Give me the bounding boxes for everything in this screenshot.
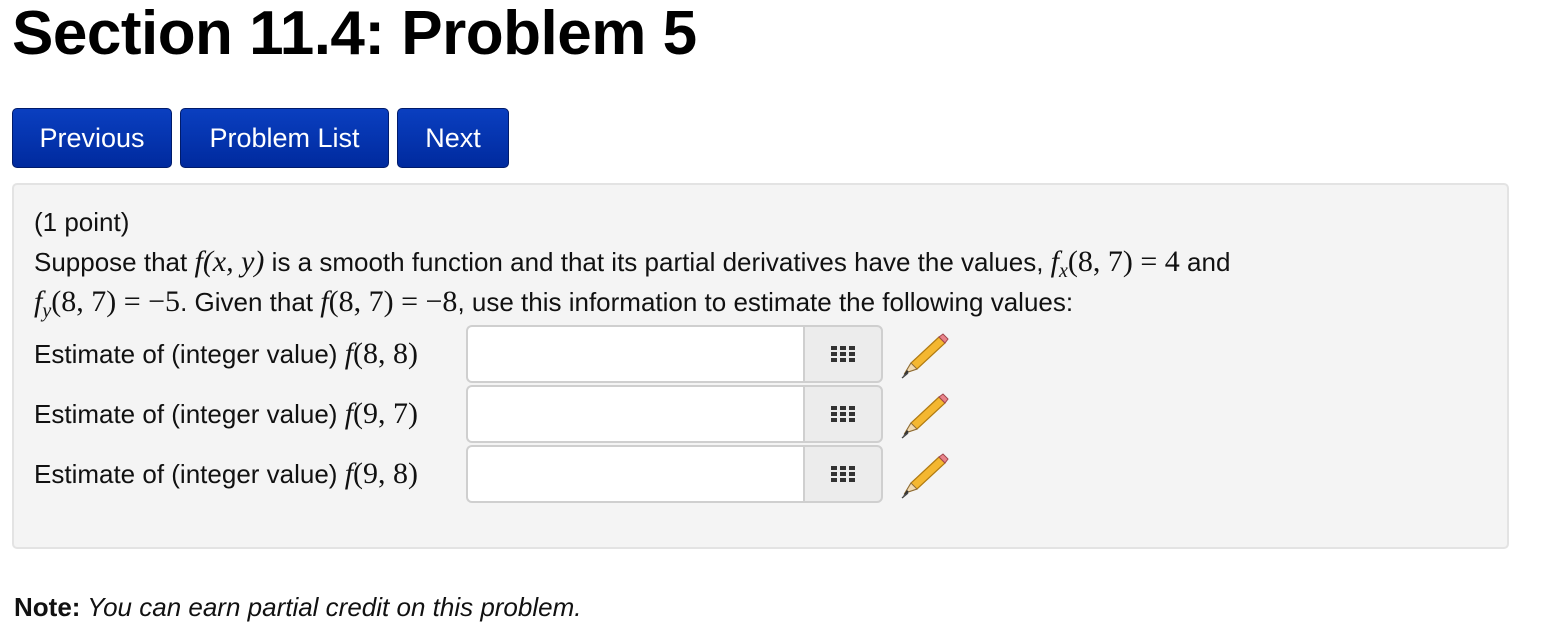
problem-list-button[interactable]: Problem List xyxy=(180,108,389,168)
points-label: (1 point) xyxy=(34,207,130,237)
note-text: You can earn partial credit on this prob… xyxy=(80,592,582,622)
math-symbol: f xyxy=(344,337,354,370)
statement-text: . Given that xyxy=(180,287,314,317)
math-args: (9, 7) xyxy=(353,397,419,430)
math-args: (8, 8) xyxy=(353,337,419,370)
keypad-grid-icon xyxy=(831,346,855,362)
partial-credit-note: Note: You can earn partial credit on thi… xyxy=(14,592,581,623)
statement-text: Suppose that xyxy=(34,247,188,277)
answer-row-3: Estimate of (integer value) f(9, 8) xyxy=(34,445,949,503)
answer-input-2[interactable] xyxy=(466,385,803,443)
math-args: (9, 8) xyxy=(353,457,419,490)
problem-panel: (1 point) Suppose that f(x, y) is a smoo… xyxy=(12,183,1509,549)
equation-editor-button-3[interactable] xyxy=(803,445,883,503)
problem-statement-line-2: fy(8, 7) = −5. Given that f(8, 7) = −8, … xyxy=(34,285,1074,322)
math-args: (x, y) xyxy=(202,245,265,278)
answer-label: Estimate of (integer value) f(9, 7) xyxy=(34,397,466,431)
problem-nav: Previous Problem List Next xyxy=(12,108,517,168)
keypad-grid-icon xyxy=(831,406,855,422)
equation-editor-button-2[interactable] xyxy=(803,385,883,443)
keypad-grid-icon xyxy=(831,466,855,482)
previous-button[interactable]: Previous xyxy=(12,108,172,168)
answer-input-3[interactable] xyxy=(466,445,803,503)
answer-label: Estimate of (integer value) f(8, 8) xyxy=(34,337,466,371)
math-symbol: f xyxy=(194,245,203,278)
math-subscript: y xyxy=(42,300,52,322)
answer-row-2: Estimate of (integer value) f(9, 7) xyxy=(34,385,949,443)
math-expression: (8, 7) = 4 xyxy=(1067,245,1180,278)
math-expression: (8, 7) = −5 xyxy=(51,285,181,318)
statement-text: is a smooth function and that its partia… xyxy=(264,247,1044,277)
note-label: Note: xyxy=(14,592,81,622)
answer-row-1: Estimate of (integer value) f(8, 8) xyxy=(34,325,949,383)
answer-label-text: Estimate of (integer value) xyxy=(34,399,338,429)
math-symbol: f xyxy=(344,457,354,490)
math-symbol: f xyxy=(1050,245,1059,278)
math-expression: (x, y) xyxy=(203,245,265,278)
problem-statement-line-1: Suppose that f(x, y) is a smooth functio… xyxy=(34,245,1231,282)
statement-text: and xyxy=(1179,247,1231,277)
answer-label: Estimate of (integer value) f(9, 8) xyxy=(34,457,466,491)
math-symbol: f xyxy=(320,285,329,318)
next-button[interactable]: Next xyxy=(397,108,509,168)
answer-label-text: Estimate of (integer value) xyxy=(34,339,338,369)
pencil-icon xyxy=(901,453,949,499)
equation-editor-button-1[interactable] xyxy=(803,325,883,383)
page-title: Section 11.4: Problem 5 xyxy=(12,0,697,68)
pencil-icon xyxy=(901,333,949,379)
pencil-icon xyxy=(901,393,949,439)
answer-input-1[interactable] xyxy=(466,325,803,383)
statement-text: , use this information to estimate the f… xyxy=(457,287,1074,317)
math-expression: (8, 7) = −8 xyxy=(328,285,458,318)
answer-label-text: Estimate of (integer value) xyxy=(34,459,338,489)
math-subscript: x xyxy=(1059,260,1068,282)
math-symbol: f xyxy=(344,397,354,430)
